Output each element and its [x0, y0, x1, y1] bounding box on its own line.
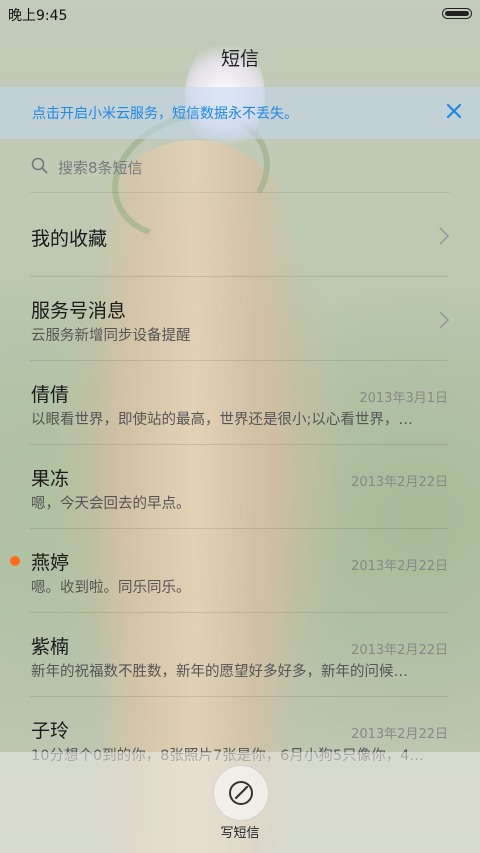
message-preview: 新年的祝福数不胜数，新年的愿望好多好多，新年的问候… [31, 664, 408, 680]
contact-name: 子玲 [31, 720, 70, 742]
contact-name: 燕婷 [31, 552, 70, 574]
compose-button[interactable] [213, 765, 269, 821]
message-preview: 嗯，今天会回去的早点。 [31, 496, 191, 512]
message-date: 2013年2月22日 [351, 475, 448, 490]
conversation-row[interactable]: 果冻 2013年2月22日 嗯，今天会回去的早点。 [0, 445, 480, 529]
unread-dot [10, 556, 20, 566]
chevron-right-icon [438, 310, 450, 330]
list-item-service-messages[interactable]: 服务号消息 云服务新增同步设备提醒 [0, 277, 480, 361]
chevron-right-icon [438, 226, 450, 246]
conversation-row[interactable]: 燕婷 2013年2月22日 嗯。收到啦。同乐同乐。 [0, 529, 480, 613]
contact-name: 紫楠 [31, 636, 70, 658]
message-date: 2013年2月22日 [351, 727, 448, 742]
favorites-label: 我的收藏 [31, 228, 108, 250]
message-preview: 嗯。收到啦。同乐同乐。 [31, 580, 191, 596]
cloud-service-banner[interactable]: 点击开启小米云服务，短信数据永不丢失。 [0, 87, 480, 139]
status-time: 晚上9:45 [8, 8, 68, 24]
contact-name: 倩倩 [31, 384, 70, 406]
message-preview: 以眼看世界，即使站的最高，世界还是很小;以心看世界，… [31, 412, 413, 428]
status-bar: 晚上9:45 [0, 0, 480, 28]
message-date: 2013年2月22日 [351, 559, 448, 574]
contact-name: 果冻 [31, 468, 70, 490]
close-icon[interactable] [442, 99, 466, 123]
search-input[interactable]: 搜索8条短信 [30, 148, 450, 184]
conversation-row[interactable]: 倩倩 2013年3月1日 以眼看世界，即使站的最高，世界还是很小;以心看世界，… [0, 361, 480, 445]
service-messages-label: 服务号消息 [31, 300, 127, 322]
page-title: 短信 [220, 48, 259, 70]
compose-label[interactable]: 写短信 [0, 822, 480, 841]
banner-text[interactable]: 点击开启小米云服务，短信数据永不丢失。 [32, 103, 298, 123]
list-item-favorites[interactable]: 我的收藏 [0, 193, 480, 277]
compose-icon [229, 781, 253, 805]
battery-icon [442, 8, 472, 19]
search-placeholder: 搜索8条短信 [58, 159, 143, 177]
search-icon [30, 156, 50, 176]
message-date: 2013年3月1日 [359, 391, 448, 406]
message-date: 2013年2月22日 [351, 643, 448, 658]
service-messages-preview: 云服务新增同步设备提醒 [31, 328, 191, 344]
conversation-row[interactable]: 紫楠 2013年2月22日 新年的祝福数不胜数，新年的愿望好多好多，新年的问候… [0, 613, 480, 697]
